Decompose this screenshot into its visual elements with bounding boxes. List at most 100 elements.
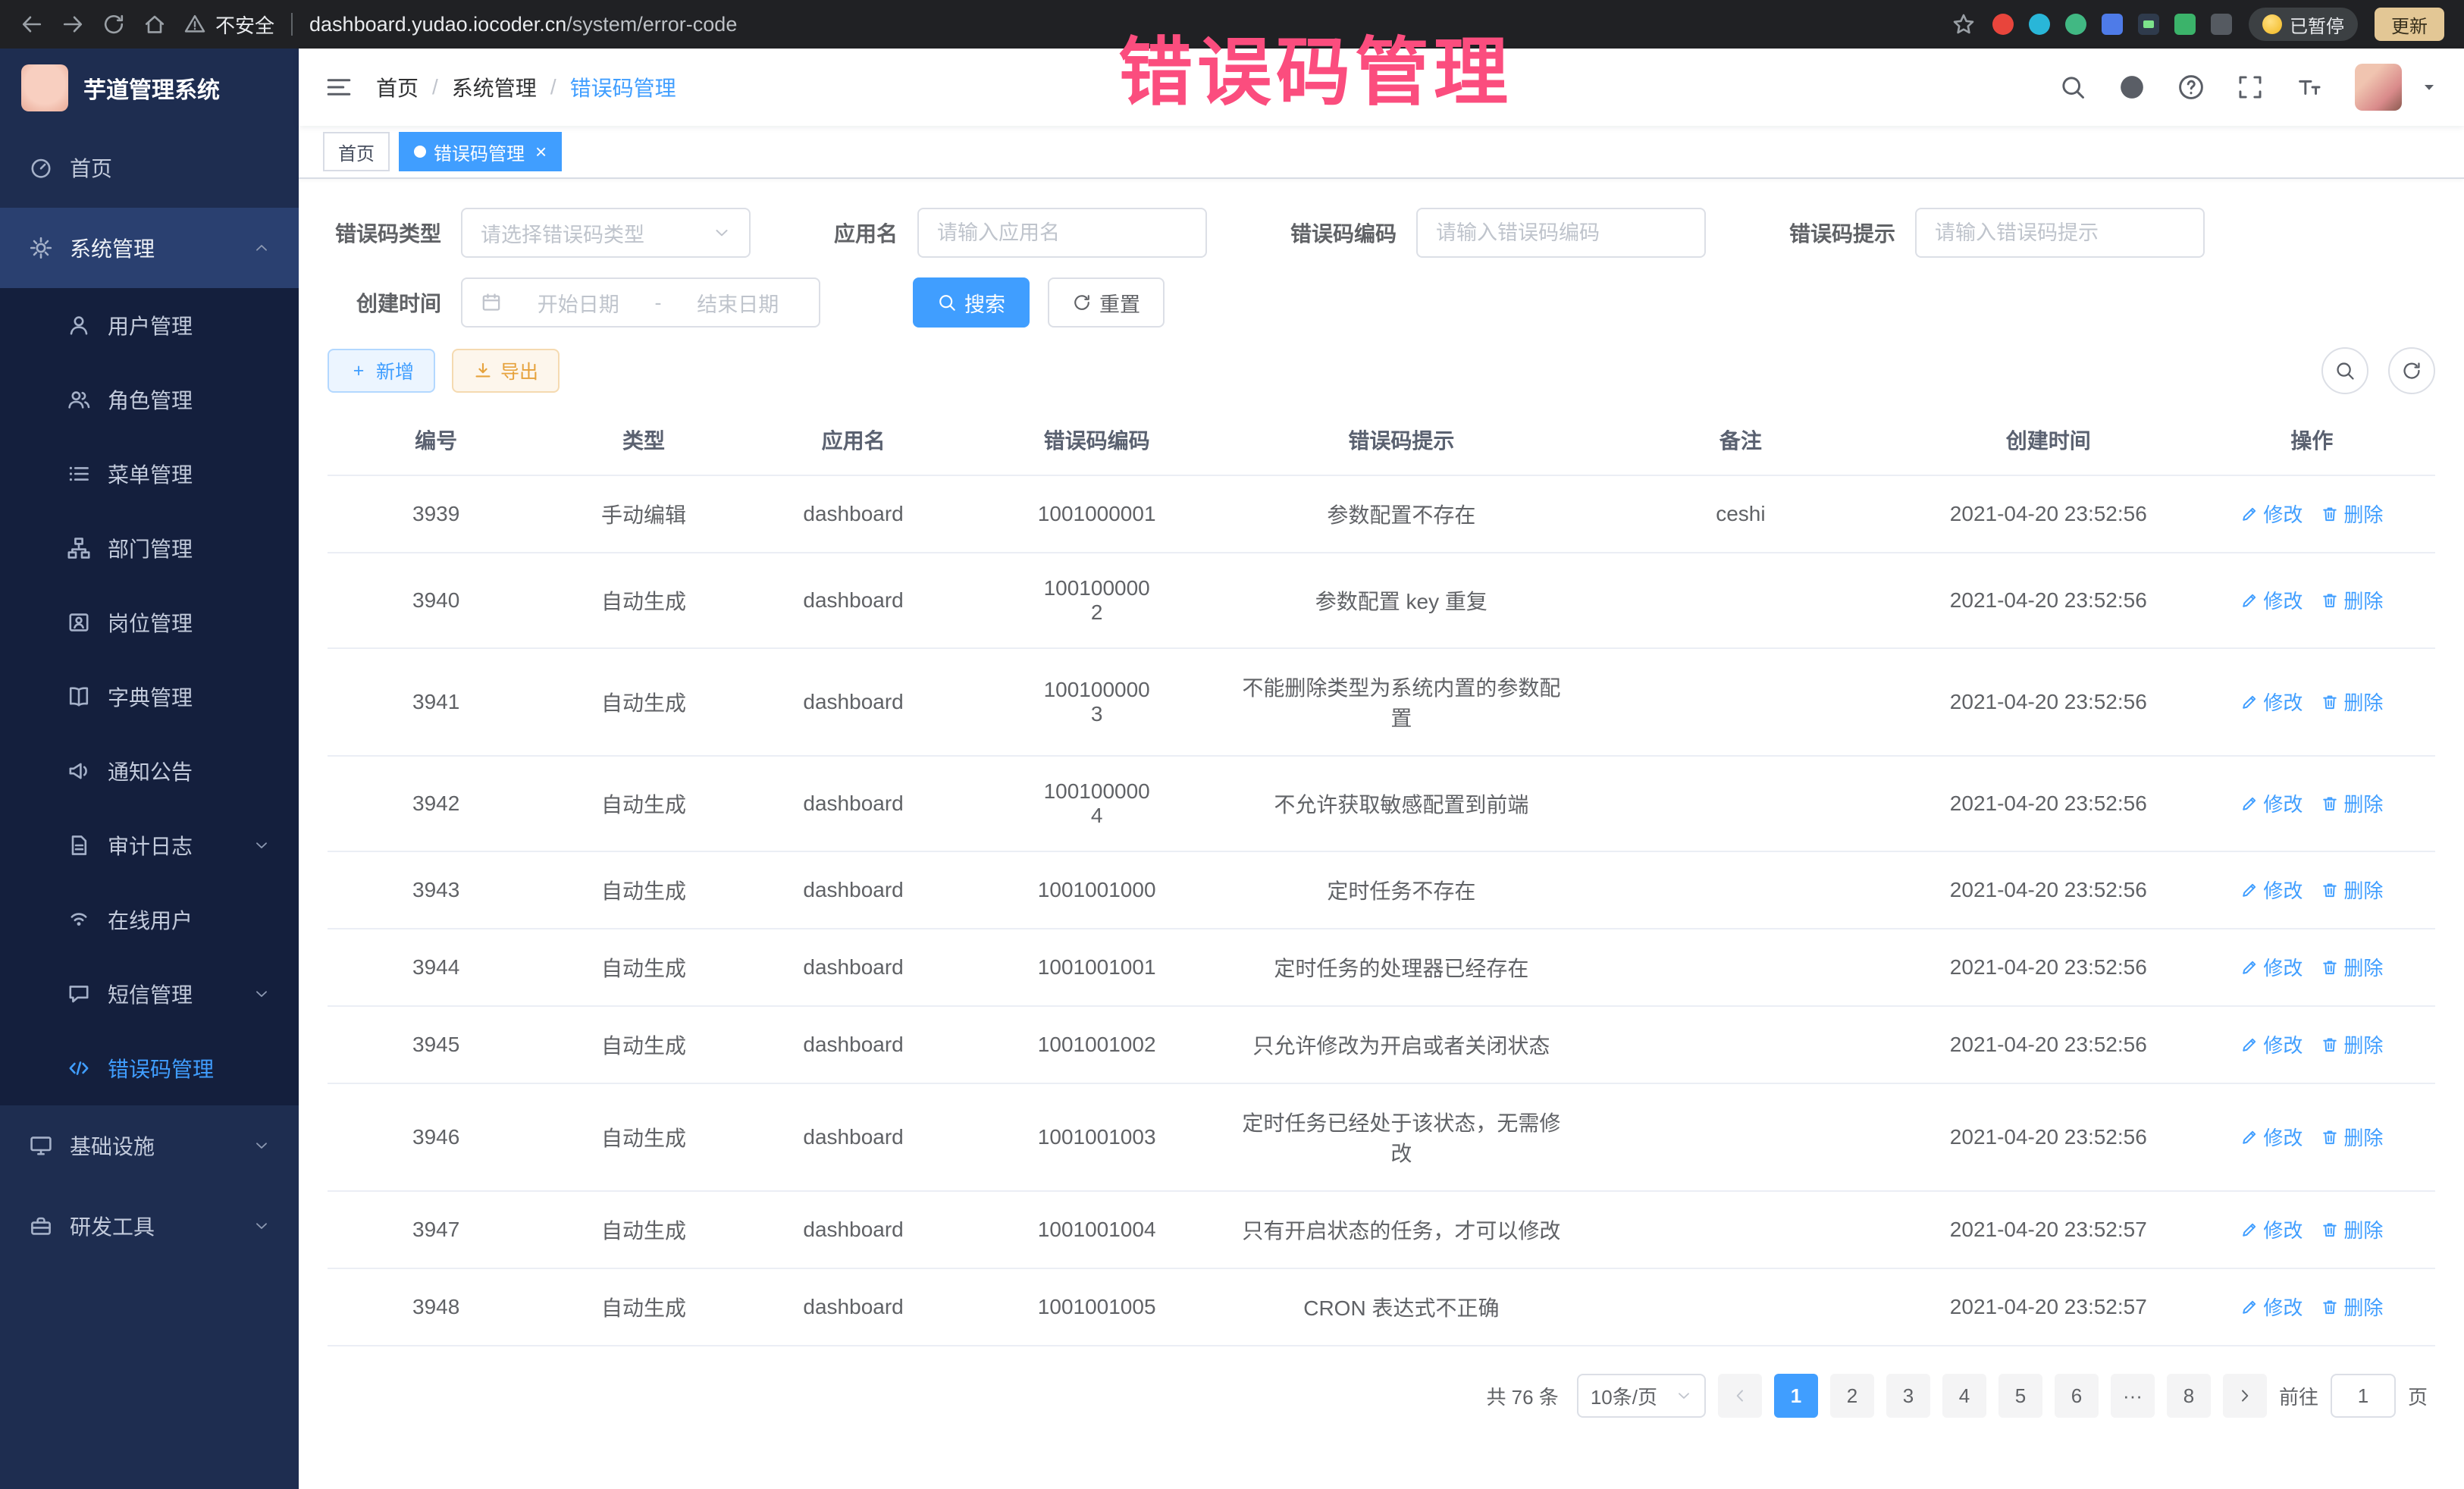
- cell-created: 2021-04-20 23:52:56: [1908, 1083, 2189, 1191]
- reload-icon[interactable]: [102, 12, 126, 36]
- sidebar-item-notice[interactable]: 通知公告: [0, 734, 299, 808]
- sidebar-item-user[interactable]: 用户管理: [0, 288, 299, 362]
- cell-app: dashboard: [743, 1268, 964, 1346]
- update-button[interactable]: 更新: [2375, 8, 2444, 41]
- page-button-5[interactable]: 5: [1998, 1374, 2042, 1418]
- close-icon[interactable]: ×: [535, 142, 547, 161]
- font-size-icon[interactable]: [2296, 74, 2323, 101]
- sidebar-item-sms[interactable]: 短信管理: [0, 957, 299, 1031]
- sidebar-item-system[interactable]: 系统管理: [0, 208, 299, 288]
- page-button-4[interactable]: 4: [1942, 1374, 1986, 1418]
- edit-link[interactable]: 修改: [2240, 688, 2303, 716]
- proxy-icon[interactable]: [2138, 14, 2159, 35]
- cell-code: 1001001004: [964, 1191, 1230, 1268]
- avatar[interactable]: [2355, 64, 2402, 111]
- delete-link[interactable]: 删除: [2321, 586, 2383, 614]
- translate-icon[interactable]: [2174, 14, 2196, 35]
- edit-link[interactable]: 修改: [2240, 1123, 2303, 1151]
- download-icon: [473, 361, 493, 381]
- sidebar-item-role[interactable]: 角色管理: [0, 362, 299, 437]
- delete-link[interactable]: 删除: [2321, 876, 2383, 904]
- edit-link[interactable]: 修改: [2240, 1215, 2303, 1243]
- page-button-3[interactable]: 3: [1886, 1374, 1930, 1418]
- pagination-ellipsis[interactable]: ···: [2111, 1374, 2155, 1418]
- app-name-input[interactable]: [917, 208, 1207, 258]
- page-size-select[interactable]: 10条/页: [1577, 1374, 1706, 1418]
- delete-link[interactable]: 删除: [2321, 1215, 2383, 1243]
- edit-link[interactable]: 修改: [2240, 586, 2303, 614]
- edit-link[interactable]: 修改: [2240, 876, 2303, 904]
- show-search-button[interactable]: [2321, 347, 2368, 394]
- paused-badge[interactable]: 已暂停: [2249, 8, 2358, 41]
- page-button-6[interactable]: 6: [2055, 1374, 2099, 1418]
- delete-link[interactable]: 删除: [2321, 1293, 2383, 1321]
- cell-created: 2021-04-20 23:52:56: [1908, 1006, 2189, 1083]
- sidebar-item-post[interactable]: 岗位管理: [0, 585, 299, 660]
- vue-devtools-icon[interactable]: [2065, 14, 2086, 35]
- delete-link[interactable]: 删除: [2321, 500, 2383, 528]
- pin-icon[interactable]: [2211, 14, 2232, 35]
- reset-button[interactable]: 重置: [1048, 277, 1165, 328]
- edit-link[interactable]: 修改: [2240, 500, 2303, 528]
- table-row: 3945自动生成dashboard1001001002只允许修改为开启或者关闭状…: [328, 1006, 2435, 1083]
- delete-link[interactable]: 删除: [2321, 789, 2383, 817]
- back-icon[interactable]: [20, 12, 44, 36]
- cell-type: 自动生成: [544, 1006, 742, 1083]
- home-icon[interactable]: [143, 12, 167, 36]
- delete-link[interactable]: 删除: [2321, 688, 2383, 716]
- edit-link[interactable]: 修改: [2240, 789, 2303, 817]
- cell-id: 3939: [328, 475, 544, 553]
- page-button-8[interactable]: 8: [2167, 1374, 2211, 1418]
- breadcrumb-item[interactable]: 首页: [376, 72, 419, 102]
- sidebar-item-online-user[interactable]: 在线用户: [0, 882, 299, 957]
- sidebar-item-dept[interactable]: 部门管理: [0, 511, 299, 585]
- breadcrumb-item[interactable]: 系统管理: [452, 72, 537, 102]
- sidebar-item-devtools[interactable]: 研发工具: [0, 1186, 299, 1266]
- error-hint-input[interactable]: [1915, 208, 2205, 258]
- next-page-button[interactable]: [2223, 1374, 2267, 1418]
- error-type-select[interactable]: 请选择错误码类型: [461, 208, 751, 258]
- delete-link[interactable]: 删除: [2321, 953, 2383, 981]
- page-button-1[interactable]: 1: [1774, 1374, 1818, 1418]
- prev-page-button[interactable]: [1718, 1374, 1762, 1418]
- security-indicator[interactable]: 不安全: [183, 11, 274, 39]
- sidebar-item-infra[interactable]: 基础设施: [0, 1105, 299, 1186]
- fullscreen-icon[interactable]: [2237, 74, 2264, 101]
- sidebar-item-menu[interactable]: 菜单管理: [0, 437, 299, 511]
- caret-down-icon[interactable]: [2420, 78, 2438, 96]
- add-button[interactable]: + 新增: [328, 349, 435, 393]
- sidebar-item-dict[interactable]: 字典管理: [0, 660, 299, 734]
- breadcrumb-item[interactable]: 错误码管理: [570, 72, 676, 102]
- url-bar[interactable]: dashboard.yudao.iocoder.cn/system/error-…: [309, 13, 737, 36]
- edit-link[interactable]: 修改: [2240, 1030, 2303, 1058]
- record-icon[interactable]: [1992, 14, 2014, 35]
- grid-icon[interactable]: [2102, 14, 2123, 35]
- cell-type: 自动生成: [544, 756, 742, 851]
- app-logo[interactable]: 芋道管理系统: [0, 49, 299, 127]
- goto-page-input[interactable]: [2331, 1374, 2396, 1418]
- submenu-system: 用户管理角色管理菜单管理部门管理岗位管理字典管理通知公告审计日志在线用户短信管理…: [0, 288, 299, 1105]
- forward-icon[interactable]: [61, 12, 85, 36]
- github-icon[interactable]: [2118, 74, 2146, 101]
- bookmark-star-icon[interactable]: [1951, 12, 1976, 36]
- export-button[interactable]: 导出: [452, 349, 560, 393]
- sidebar-item-error-code[interactable]: 错误码管理: [0, 1031, 299, 1105]
- edit-link[interactable]: 修改: [2240, 953, 2303, 981]
- column-header: 创建时间: [1908, 405, 2189, 475]
- search-button[interactable]: 搜索: [913, 277, 1030, 328]
- edit-link[interactable]: 修改: [2240, 1293, 2303, 1321]
- refresh-table-button[interactable]: [2388, 347, 2435, 394]
- date-range-picker[interactable]: 开始日期 - 结束日期: [461, 277, 820, 328]
- search-icon[interactable]: [2059, 74, 2086, 101]
- page-button-2[interactable]: 2: [1830, 1374, 1874, 1418]
- hamburger-icon[interactable]: [324, 73, 353, 102]
- cast-icon[interactable]: [2029, 14, 2050, 35]
- sidebar-item-audit-log[interactable]: 审计日志: [0, 808, 299, 882]
- tab-error-code[interactable]: 错误码管理×: [399, 132, 562, 171]
- sidebar-item-home[interactable]: 首页: [0, 127, 299, 208]
- delete-link[interactable]: 删除: [2321, 1123, 2383, 1151]
- delete-link[interactable]: 删除: [2321, 1030, 2383, 1058]
- tab-home[interactable]: 首页: [323, 132, 390, 171]
- question-icon[interactable]: [2177, 74, 2205, 101]
- error-code-input[interactable]: [1416, 208, 1706, 258]
